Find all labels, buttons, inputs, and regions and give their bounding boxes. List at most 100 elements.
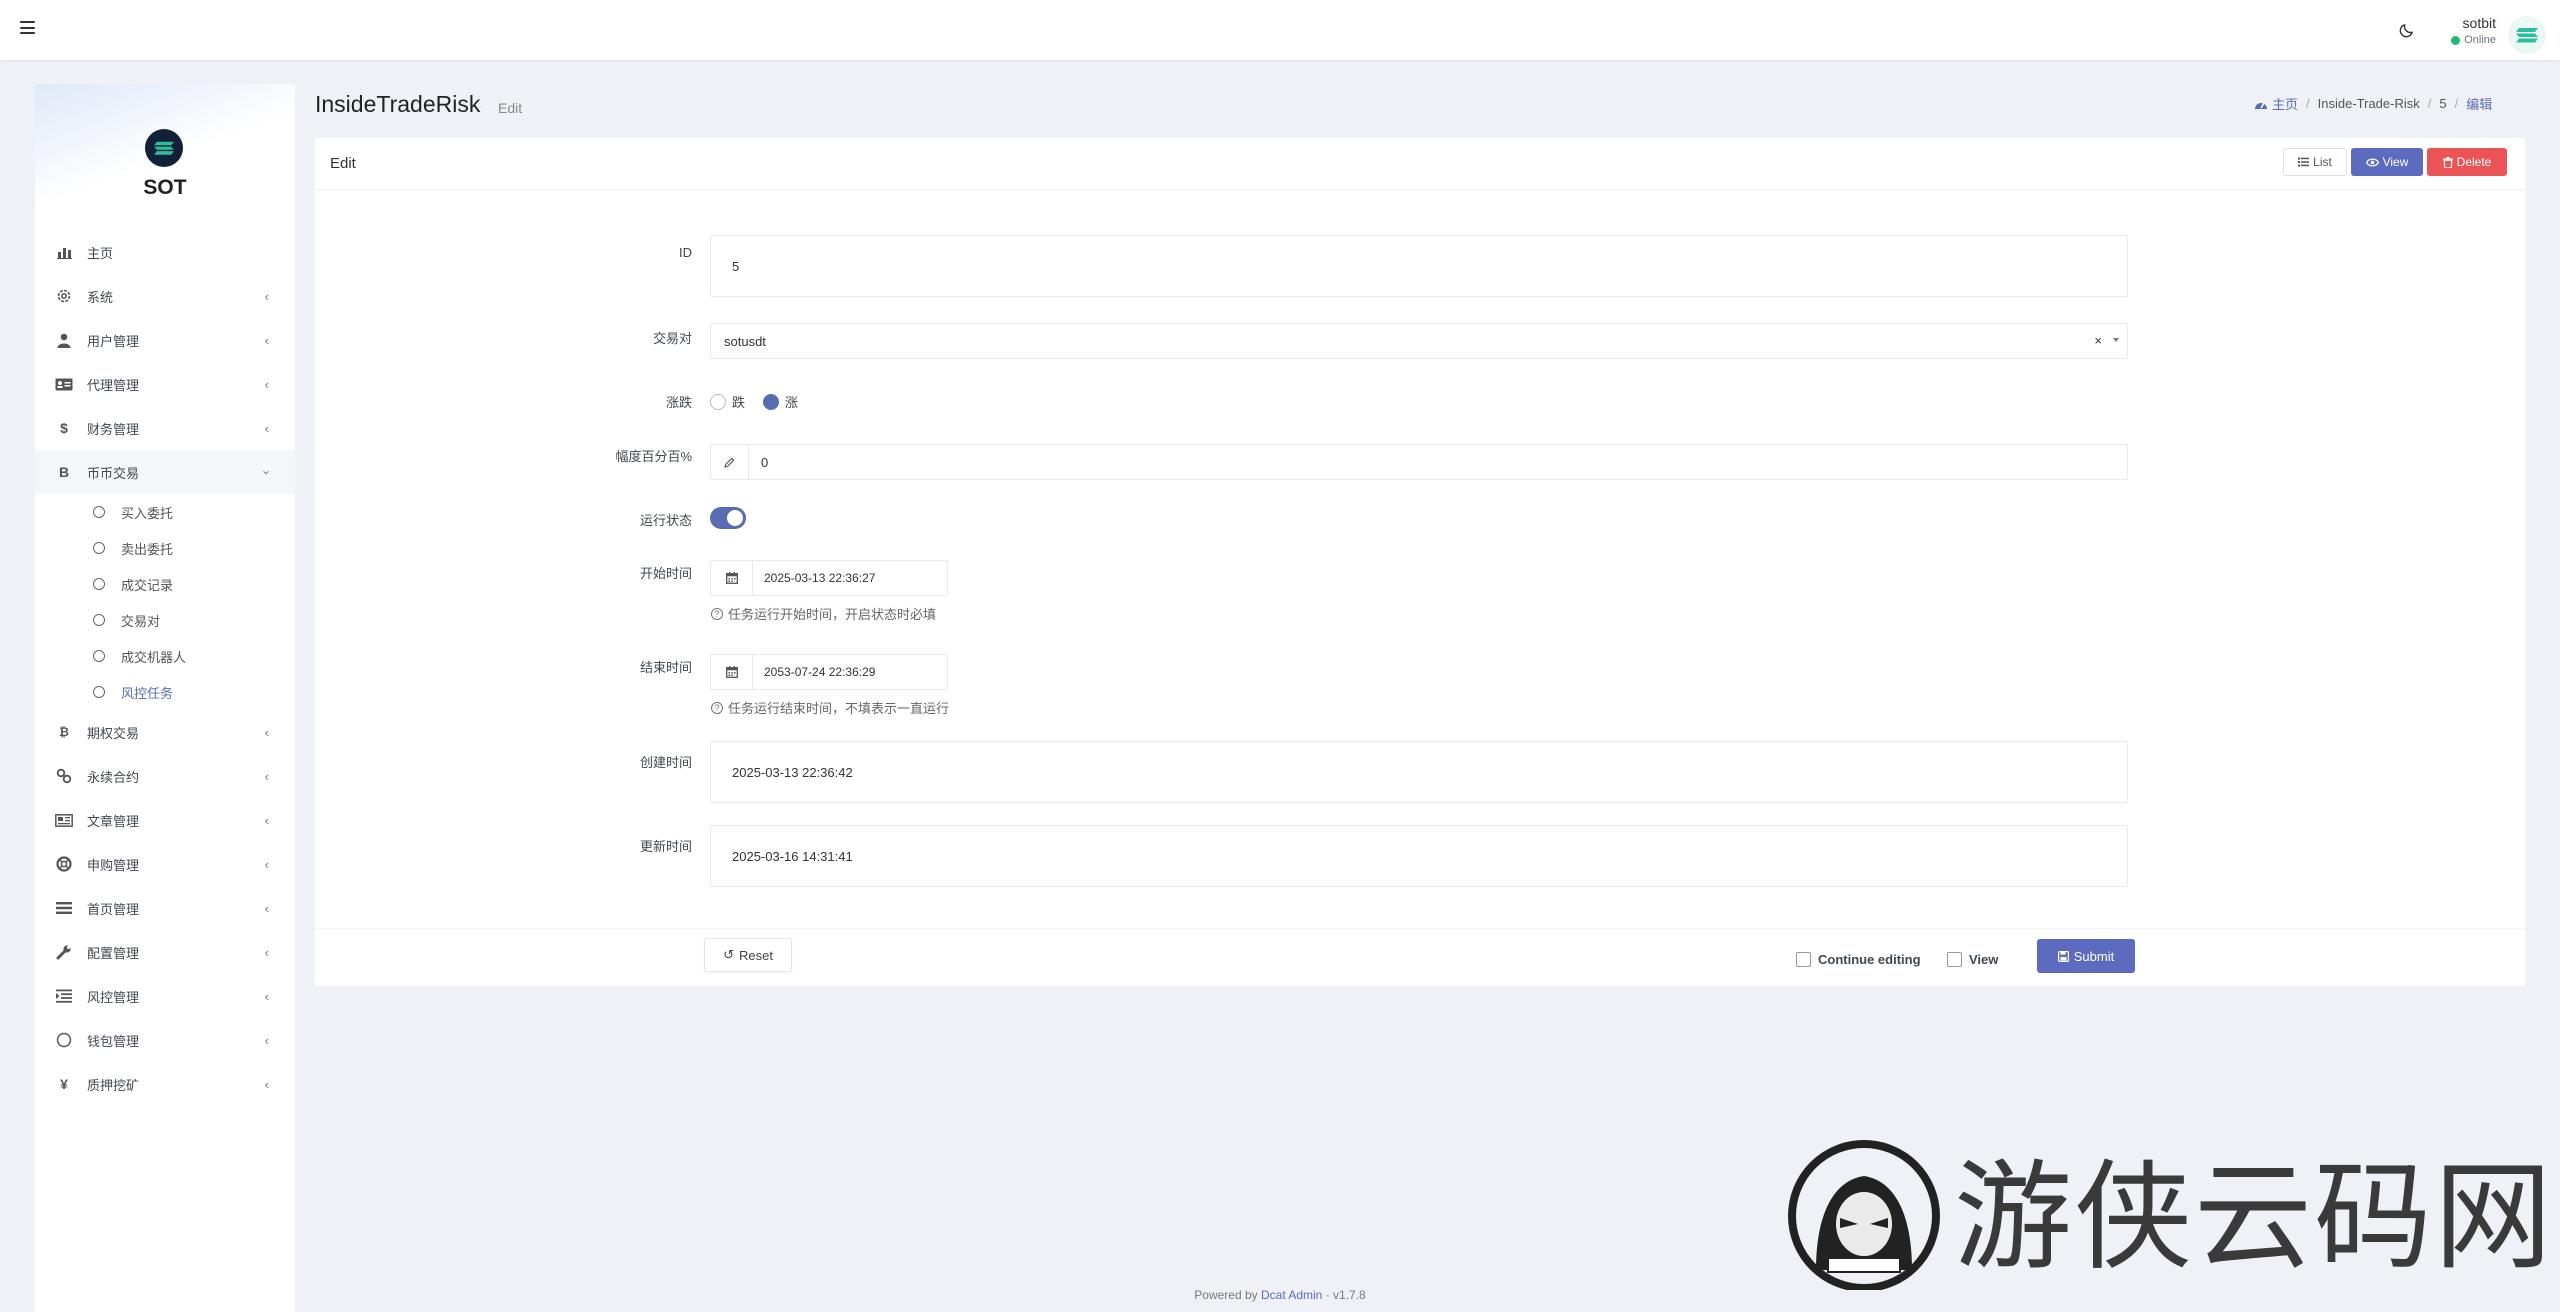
sidebar-item-home[interactable]: 主页: [35, 230, 295, 274]
chevron-down-icon: ‹: [257, 470, 273, 475]
sidebar-item-users[interactable]: 用户管理 ‹: [35, 318, 295, 362]
sidebar-subitem-label: 成交记录: [121, 577, 174, 593]
chevron-left-icon: ‹: [264, 813, 269, 828]
pair-select[interactable]: sotusdt ×: [710, 323, 2128, 359]
sidebar-subitem-risk-tasks[interactable]: 风控任务: [35, 674, 295, 710]
percent-value: 0: [761, 454, 769, 470]
sidebar-item-agents[interactable]: 代理管理 ‹: [35, 362, 295, 406]
sidebar-item-wallet[interactable]: 钱包管理 ‹: [35, 1018, 295, 1062]
user-status-text: Online: [2464, 34, 2496, 46]
breadcrumb-item[interactable]: Inside-Trade-Risk: [2318, 96, 2420, 111]
direction-radio-up[interactable]: 涨: [763, 392, 798, 411]
sidebar-item-finance[interactable]: $ 财务管理 ‹: [35, 406, 295, 450]
percent-input[interactable]: 0: [710, 444, 2128, 480]
page-subtitle: Edit: [498, 100, 523, 116]
breadcrumb-current: 编辑: [2466, 97, 2493, 112]
sidebar-item-risk[interactable]: 风控管理 ‹: [35, 974, 295, 1018]
version-text: v1.7.8: [1333, 1288, 1366, 1302]
pencil-icon: [711, 445, 749, 479]
top-navbar: sotbit Online: [0, 0, 2560, 60]
reset-button-label: Reset: [738, 947, 773, 963]
breadcrumb-home[interactable]: 主页: [2254, 94, 2298, 113]
view-button[interactable]: View: [2351, 148, 2423, 176]
circle-icon: [55, 1031, 73, 1049]
sidebar-item-subscription[interactable]: 申购管理 ‹: [35, 842, 295, 886]
lifebuoy-icon: [55, 855, 73, 873]
checkbox-icon: [1947, 952, 1962, 967]
user-tie-icon: [55, 331, 73, 349]
breadcrumb-home-label: 主页: [2272, 97, 2299, 112]
chevron-left-icon: ‹: [264, 725, 269, 740]
sidebar-item-perpetual[interactable]: 永续合约 ‹: [35, 754, 295, 798]
end-time-input[interactable]: 2053-07-24 22:36:29: [710, 654, 948, 690]
newspaper-icon: [55, 811, 73, 829]
radio-checked-icon: [763, 393, 780, 410]
end-time-help-text: 任务运行结束时间，不填表示一直运行: [728, 701, 950, 716]
calendar-icon: [711, 561, 753, 595]
sidebar-menu: 主页 系统 ‹ 用户管理 ‹ 代理管理 ‹ $ 财务管理 ‹ B 币币交易 ‹ …: [35, 230, 295, 1106]
clear-selection-icon[interactable]: ×: [2094, 333, 2102, 348]
circle-icon: [93, 650, 105, 662]
sidebar-item-label: 永续合约: [87, 769, 140, 785]
sidebar-subitem-trading-pairs[interactable]: 交易对: [35, 602, 295, 638]
brand-name: SOT: [143, 176, 187, 199]
menu-toggle-icon[interactable]: [20, 20, 35, 35]
bar-chart-icon: [55, 243, 73, 261]
brand-logo[interactable]: [145, 129, 183, 167]
start-time-value: 2025-03-13 22:36:27: [764, 571, 876, 585]
pair-select-value: sotusdt: [724, 333, 766, 349]
running-toggle[interactable]: [710, 507, 746, 529]
sidebar-item-articles[interactable]: 文章管理 ‹: [35, 798, 295, 842]
sidebar-subitem-label: 成交机器人: [121, 649, 187, 665]
sidebar-item-staking[interactable]: ¥ 质押挖矿 ‹: [35, 1062, 295, 1106]
direction-radio-down[interactable]: 跌: [710, 392, 745, 411]
sidebar-item-label: 首页管理: [87, 901, 140, 917]
delete-button-label: Delete: [2456, 155, 2492, 169]
breadcrumb-item[interactable]: 5: [2439, 96, 2446, 111]
continue-editing-checkbox[interactable]: Continue editing: [1796, 952, 1921, 967]
sidebar-item-label: 代理管理: [87, 377, 140, 393]
sidebar-subitem-trade-records[interactable]: 成交记录: [35, 566, 295, 602]
start-time-help-text: 任务运行开始时间，开启状态时必填: [728, 607, 937, 622]
question-circle-icon: ?: [711, 607, 723, 620]
brand-logo-icon: [154, 141, 174, 155]
start-time-input[interactable]: 2025-03-13 22:36:27: [710, 560, 948, 596]
sidebar-item-system[interactable]: 系统 ‹: [35, 274, 295, 318]
chevron-left-icon: ‹: [264, 945, 269, 960]
sidebar-subitem-sell-orders[interactable]: 卖出委托: [35, 530, 295, 566]
page-footer: Powered by Dcat Admin · v1.7.8: [0, 1288, 2560, 1302]
submit-button[interactable]: Submit: [2037, 939, 2135, 973]
sidebar: SOT 主页 系统 ‹ 用户管理 ‹ 代理管理 ‹ $ 财务管理 ‹ B 币币交…: [35, 84, 295, 1312]
updated-at-value: 2025-03-16 14:31:41: [732, 848, 853, 864]
id-field: 5: [710, 235, 2128, 297]
list-button-label: List: [2313, 155, 2332, 169]
indent-icon: [55, 987, 73, 1005]
submit-button-label: Submit: [2073, 948, 2115, 964]
page-title: InsideTradeRisk: [315, 91, 481, 117]
direction-radio-group: 跌 涨: [710, 392, 798, 411]
list-button[interactable]: List: [2283, 148, 2347, 176]
pair-label: 交易对: [652, 331, 692, 346]
circle-icon: [93, 542, 105, 554]
gear-icon: [55, 287, 73, 305]
sidebar-item-spot-trading[interactable]: B 币币交易 ‹: [35, 450, 295, 494]
updated-at-field: 2025-03-16 14:31:41: [710, 825, 2128, 887]
sidebar-item-config[interactable]: 配置管理 ‹: [35, 930, 295, 974]
reset-button[interactable]: ↺ Reset: [704, 938, 792, 972]
sidebar-item-label: 钱包管理: [87, 1033, 140, 1049]
sidebar-item-homepage[interactable]: 首页管理 ‹: [35, 886, 295, 930]
card-header: Edit List View Delete: [315, 138, 2525, 190]
delete-button[interactable]: Delete: [2427, 148, 2507, 176]
circle-icon: [93, 578, 105, 590]
sidebar-subitem-label: 风控任务: [121, 685, 174, 701]
sidebar-subitem-buy-orders[interactable]: 买入委托: [35, 494, 295, 530]
view-after-submit-checkbox[interactable]: View: [1947, 952, 1998, 967]
sidebar-subitem-trade-robot[interactable]: 成交机器人: [35, 638, 295, 674]
end-time-help: ? 任务运行结束时间，不填表示一直运行: [711, 698, 949, 717]
avatar[interactable]: [2508, 16, 2546, 54]
edit-card: Edit List View Delete ID 5 交易对 sotusdt ×…: [315, 138, 2525, 986]
sidebar-item-options[interactable]: ₿ 期权交易 ‹: [35, 710, 295, 754]
dcat-admin-link[interactable]: Dcat Admin: [1261, 1288, 1322, 1302]
dark-mode-moon-icon[interactable]: [2398, 22, 2415, 39]
breadcrumb: 主页 / Inside-Trade-Risk / 5 / 编辑: [2254, 94, 2492, 113]
